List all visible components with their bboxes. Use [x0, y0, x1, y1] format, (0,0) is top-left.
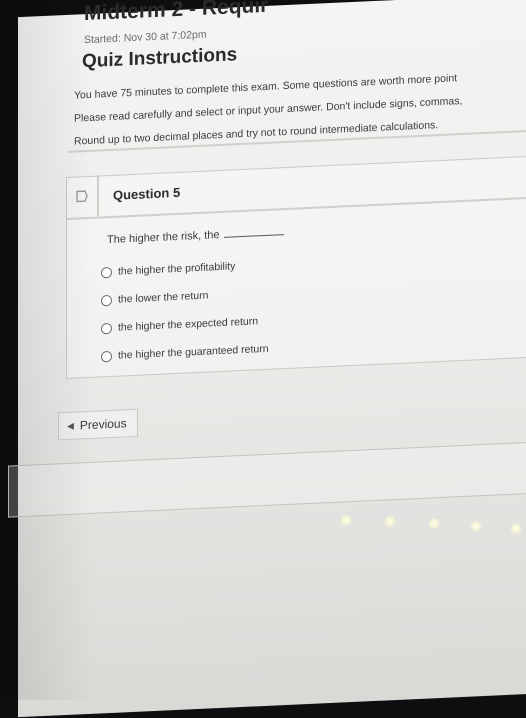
question-card: Question 5 The higher the risk, the the …: [66, 155, 526, 380]
radio-icon[interactable]: [101, 294, 112, 306]
option-label: the higher the profitability: [118, 260, 236, 278]
option-lower-return[interactable]: the lower the return: [101, 290, 208, 307]
option-label: the higher the expected return: [118, 315, 259, 334]
screen-glare: [428, 517, 440, 530]
option-label: the higher the guaranteed return: [118, 342, 269, 362]
started-timestamp: Started: Nov 30 at 7:02pm: [84, 28, 207, 47]
question-prompt-text: The higher the risk, the: [107, 229, 220, 247]
quiz-page: Midterm 2 - Requir Started: Nov 30 at 7:…: [8, 0, 526, 718]
question-prompt: The higher the risk, the: [107, 226, 284, 246]
radio-icon[interactable]: [101, 322, 112, 334]
option-label: the lower the return: [118, 289, 209, 306]
previous-label: Previous: [79, 416, 127, 433]
instructions-heading: Quiz Instructions: [82, 44, 238, 73]
option-expected-return[interactable]: the higher the expected return: [101, 315, 258, 334]
previous-button[interactable]: ◀ Previous: [58, 408, 138, 441]
question-header-divider: [97, 176, 99, 217]
flag-icon[interactable]: [75, 189, 89, 204]
bottom-panel: [8, 441, 526, 518]
screen-glare: [510, 522, 522, 535]
radio-icon[interactable]: [101, 266, 112, 278]
screen-glare: [340, 514, 352, 527]
radio-icon[interactable]: [101, 350, 112, 362]
screen-glare: [384, 515, 396, 528]
question-number: Question 5: [113, 184, 181, 203]
screen-glare: [470, 520, 482, 533]
answer-blank: [223, 234, 284, 238]
option-guaranteed-return[interactable]: the higher the guaranteed return: [101, 343, 269, 363]
option-profitability[interactable]: the higher the profitability: [101, 260, 235, 278]
quiz-title: Midterm 2 - Requir: [84, 0, 269, 26]
chevron-left-icon: ◀: [67, 420, 74, 431]
